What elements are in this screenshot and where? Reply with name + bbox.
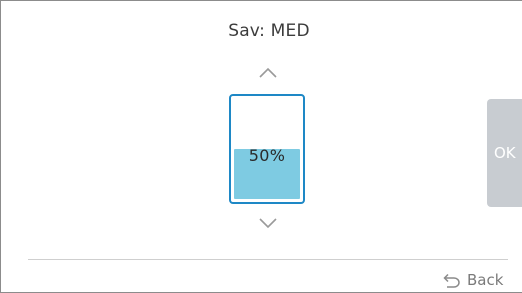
ok-button[interactable]: OK xyxy=(487,99,522,207)
page-title: Sav: MED xyxy=(228,21,310,41)
level-indicator[interactable]: 50% xyxy=(229,94,305,204)
back-button[interactable]: Back xyxy=(441,269,503,291)
chevron-down-icon[interactable] xyxy=(253,213,283,233)
divider xyxy=(28,259,508,260)
back-arrow-icon xyxy=(441,272,461,288)
screen: Sav: MED 50% OK Back xyxy=(0,0,522,293)
chevron-up-icon[interactable] xyxy=(253,63,283,83)
level-percent: 50% xyxy=(248,146,286,165)
ok-button-label: OK xyxy=(494,144,516,162)
back-label: Back xyxy=(467,271,504,289)
